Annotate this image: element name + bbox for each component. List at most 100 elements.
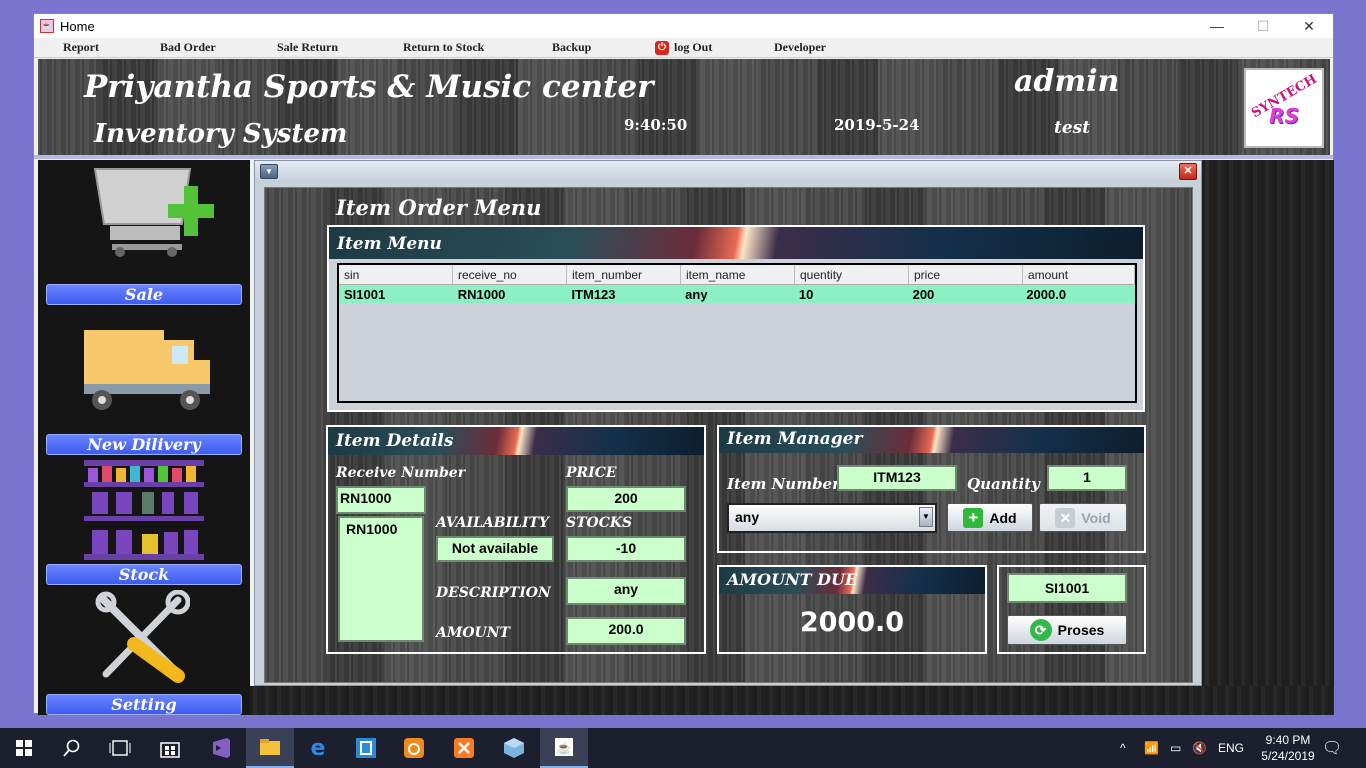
close-button[interactable]: ✕ (1286, 14, 1332, 38)
price-field[interactable]: 200 (566, 486, 686, 512)
store-icon[interactable] (146, 728, 194, 768)
clock-time: 9:40:50 (624, 116, 688, 134)
menu-bar: Report Bad Order Sale Return Return to S… (34, 38, 1333, 58)
availability-label: AVAILABILITY (436, 515, 549, 531)
visual-studio-icon[interactable] (196, 728, 244, 768)
task-view-icon[interactable] (96, 728, 144, 768)
item-menu-panel: Item Menu sin receive_no item_number ite… (327, 225, 1145, 412)
taskbar: e ☕ ^ 📶 ▭ 🔇 ENG 9:40 PM 5/24/2019 🗨 (0, 728, 1366, 768)
order-table[interactable]: sin receive_no item_number item_name que… (337, 263, 1137, 403)
menu-report[interactable]: Report (63, 40, 99, 55)
table-header: sin receive_no item_number item_name que… (339, 265, 1135, 285)
table-row[interactable]: SI1001 RN1000 ITM123 any 10 200 2000.0 (339, 286, 1135, 303)
invoice-number-field[interactable]: SI1001 (1007, 573, 1127, 603)
column-header[interactable]: receive_no (453, 265, 567, 285)
divider (34, 155, 1333, 159)
item-manager-panel: Item Manager Item Number ITM123 Quantity… (717, 425, 1146, 553)
stocks-field[interactable]: -10 (566, 536, 686, 562)
item-details-panel: Item Details Receive Number RN1000 RN100… (326, 425, 706, 654)
desktop-background (1202, 160, 1334, 715)
tools-icon[interactable] (94, 590, 190, 686)
table-cell: 2000.0 (1026, 287, 1067, 302)
language-indicator[interactable]: ENG (1218, 728, 1244, 768)
notifications-icon[interactable]: 🗨 (1322, 728, 1342, 768)
sidebar-item-stock[interactable]: Stock (46, 564, 242, 585)
java-icon[interactable]: ☕ (540, 728, 588, 768)
item-order-frame: ▼ ✕ Item Order Menu Item Menu sin receiv… (254, 160, 1202, 686)
desktop-background-bottom (250, 686, 1334, 715)
item-number-field[interactable]: ITM123 (837, 465, 957, 491)
search-icon[interactable] (48, 728, 96, 768)
java-app-icon: ☕ (40, 19, 54, 33)
column-header[interactable]: sin (339, 265, 453, 285)
description-field[interactable]: any (566, 577, 686, 605)
add-button[interactable]: + Add (947, 503, 1033, 532)
volume-icon[interactable]: 🔇 (1192, 728, 1207, 768)
xampp-icon[interactable] (440, 728, 488, 768)
cart-plus-icon[interactable] (90, 164, 220, 258)
app-bracket-icon[interactable] (342, 728, 390, 768)
taskbar-clock[interactable]: 9:40 PM 5/24/2019 (1256, 732, 1320, 764)
menu-log-out[interactable]: ⏻ log Out (655, 40, 712, 55)
refresh-icon: ⟳ (1029, 619, 1052, 641)
item-menu-banner: Item Menu (329, 227, 1143, 259)
item-select[interactable]: any ▼ (727, 503, 937, 533)
column-header[interactable]: quentity (795, 265, 909, 285)
main-window: ☕ Home — ☐ ✕ Report Bad Order Sale Retur… (33, 13, 1334, 715)
header-banner: Priyantha Sports & Music center Inventor… (38, 59, 1330, 155)
menu-sale-return[interactable]: Sale Return (277, 40, 338, 55)
shelves-icon[interactable] (84, 458, 208, 562)
column-header[interactable]: amount (1023, 265, 1135, 285)
title-bar: ☕ Home — ☐ ✕ (34, 14, 1333, 38)
system-subtitle: Inventory System (94, 119, 348, 149)
column-header[interactable]: price (909, 265, 1023, 285)
list-item[interactable]: RN1000 (346, 520, 416, 538)
svg-text:☕: ☕ (557, 740, 572, 755)
quantity-field[interactable]: 1 (1047, 465, 1127, 491)
availability-field[interactable]: Not available (436, 536, 554, 562)
sidebar-item-sale[interactable]: Sale (46, 284, 242, 305)
uc-browser-icon[interactable] (390, 728, 438, 768)
column-header[interactable]: item_name (681, 265, 795, 285)
window-title: Home (60, 18, 95, 34)
void-button[interactable]: ✕ Void (1039, 503, 1127, 532)
show-hidden-icons[interactable]: ^ (1120, 728, 1126, 768)
chevron-down-icon[interactable]: ▼ (919, 507, 933, 527)
start-icon[interactable] (0, 728, 48, 768)
file-explorer-icon[interactable] (246, 728, 294, 768)
invoice-panel: SI1001 ⟳ Proses (997, 565, 1146, 654)
item-menu-title: Item Menu (337, 234, 442, 254)
syntech-logo: SYNTECH RS (1244, 68, 1324, 148)
sidebar: Sale New Dilivery Stock Setting (38, 160, 250, 715)
menu-return-to-stock[interactable]: Return to Stock (403, 40, 484, 55)
menu-backup[interactable]: Backup (552, 40, 591, 55)
frame-title-bar[interactable]: ▼ ✕ (255, 161, 1201, 183)
sidebar-item-setting[interactable]: Setting (46, 694, 242, 715)
battery-icon[interactable]: ▭ (1170, 728, 1181, 768)
minimize-button[interactable]: — (1194, 14, 1240, 38)
edge-icon[interactable]: e (294, 728, 342, 768)
maximize-button[interactable]: ☐ (1240, 14, 1286, 38)
quantity-label: Quantity (967, 475, 1040, 493)
menu-bad-order[interactable]: Bad Order (160, 40, 216, 55)
item-number-label: Item Number (727, 475, 841, 493)
receive-number-field[interactable]: RN1000 (336, 486, 426, 514)
network-icon[interactable]: 📶 (1144, 728, 1159, 768)
table-cell: ITM123 (571, 287, 616, 302)
column-header[interactable]: item_number (567, 265, 681, 285)
table-cell: any (685, 287, 708, 302)
frame-close-button[interactable]: ✕ (1179, 163, 1197, 180)
item-manager-banner: Item Manager (719, 427, 1144, 453)
clock-date: 2019-5-24 (834, 116, 920, 134)
truck-icon[interactable] (80, 326, 214, 416)
item-manager-title: Item Manager (727, 429, 863, 449)
frame-menu-button[interactable]: ▼ (260, 164, 278, 179)
table-cell: 200 (912, 287, 935, 302)
amount-label: AMOUNT (436, 625, 510, 641)
amount-field[interactable]: 200.0 (566, 617, 686, 645)
proses-button[interactable]: ⟳ Proses (1007, 615, 1127, 645)
virtualbox-icon[interactable] (490, 728, 538, 768)
receive-number-list[interactable]: RN1000 (338, 516, 424, 642)
sidebar-item-new-dilivery[interactable]: New Dilivery (46, 434, 242, 455)
menu-developer[interactable]: Developer (774, 40, 826, 55)
